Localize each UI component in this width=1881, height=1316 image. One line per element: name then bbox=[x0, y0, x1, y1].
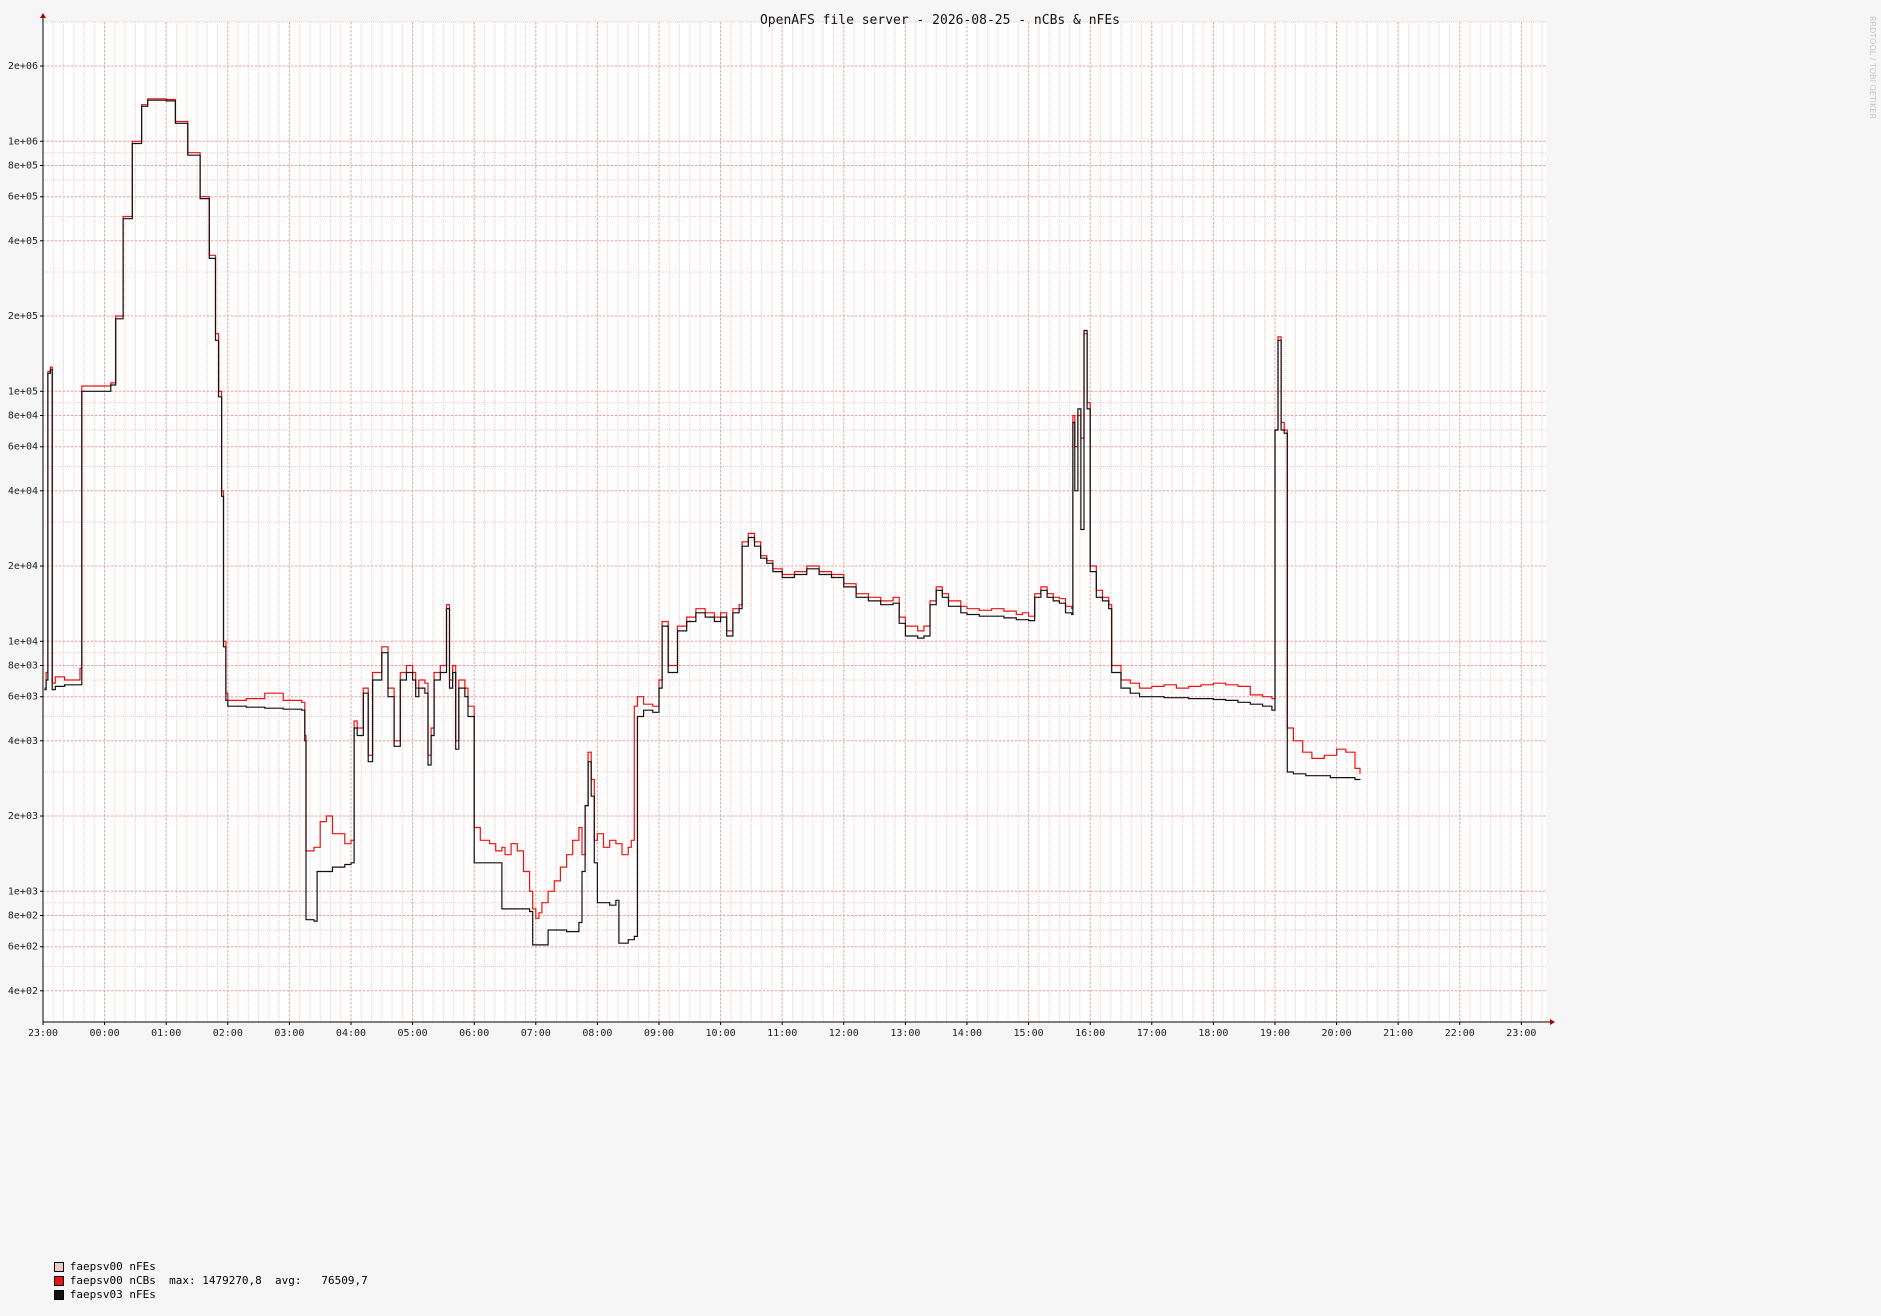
x-tick-label: 07:00 bbox=[521, 1028, 551, 1039]
y-tick-label: 8e+04 bbox=[8, 411, 38, 422]
y-tick-label: 2e+04 bbox=[8, 561, 38, 572]
y-tick-label: 6e+05 bbox=[8, 192, 38, 203]
y-tick-label: 4e+05 bbox=[8, 236, 38, 247]
x-tick-label: 02:00 bbox=[213, 1028, 243, 1039]
y-tick-label: 1e+06 bbox=[8, 136, 38, 147]
y-tick-label: 1e+03 bbox=[8, 886, 38, 897]
chart-frame: 4e+02 6e+02 8e+02 1e+03 2e+03 4e+03 6e+03 8e+03… bbox=[0, 0, 1881, 1301]
x-tick-label: 20:00 bbox=[1322, 1028, 1352, 1039]
legend-swatch-faepsv00-nfes bbox=[53, 1262, 64, 1272]
y-tick-label: 4e+02 bbox=[8, 986, 38, 997]
x-tick-label: 06:00 bbox=[459, 1028, 489, 1039]
x-tick-label: 12:00 bbox=[829, 1028, 859, 1039]
y-axis-arrow-icon bbox=[40, 13, 46, 18]
x-tick-label: 01:00 bbox=[151, 1028, 181, 1039]
y-tick-label: 4e+03 bbox=[8, 736, 38, 747]
legend-stats: max: 1479270,8 avg: 76509,7 bbox=[155, 1274, 368, 1287]
x-tick-label: 15:00 bbox=[1014, 1028, 1044, 1039]
x-tick-label: 23:00 bbox=[28, 1028, 58, 1039]
x-tick-label: 13:00 bbox=[890, 1028, 920, 1039]
x-tick-label: 16:00 bbox=[1075, 1028, 1105, 1039]
x-tick-label: 09:00 bbox=[644, 1028, 674, 1039]
y-tick-label: 4e+04 bbox=[8, 486, 38, 497]
legend-label: faepsv03 nFEs bbox=[69, 1288, 156, 1301]
legend: faepsv00 nFEs faepsv00 nCBs max: 1479270… bbox=[14, 1246, 368, 1301]
y-tick-label: 1e+05 bbox=[8, 386, 38, 397]
y-tick-label: 8e+05 bbox=[8, 161, 38, 172]
x-axis-arrow-icon bbox=[1550, 1019, 1555, 1025]
y-tick-label: 6e+04 bbox=[8, 442, 38, 453]
y-tick-label: 1e+04 bbox=[8, 636, 38, 647]
x-tick-label: 11:00 bbox=[767, 1028, 797, 1039]
chart-title: OpenAFS file server - 2026-08-25 - nCBs … bbox=[760, 13, 1120, 28]
legend-label: faepsv00 nCBs bbox=[69, 1274, 156, 1287]
legend-swatch-faepsv03-nfes bbox=[53, 1290, 64, 1300]
y-tick-label: 2e+06 bbox=[8, 61, 38, 72]
rrdtool-watermark: RRDTOOL / TOBI OETIKER bbox=[1868, 16, 1877, 120]
y-tick-label: 2e+03 bbox=[8, 811, 38, 822]
x-tick-label: 22:00 bbox=[1445, 1028, 1475, 1039]
x-tick-label: 18:00 bbox=[1198, 1028, 1228, 1039]
y-tick-label: 6e+02 bbox=[8, 942, 38, 953]
legend-entry-faepsv00-nfes: faepsv00 nFEs bbox=[14, 1246, 368, 1273]
legend-label: faepsv00 nFEs bbox=[69, 1260, 156, 1273]
y-axis-ticks: 4e+02 6e+02 8e+02 1e+03 2e+03 4e+03 6e+03 8e+03… bbox=[8, 61, 43, 997]
x-tick-label: 05:00 bbox=[398, 1028, 428, 1039]
y-tick-label: 8e+03 bbox=[8, 661, 38, 672]
x-axis-ticks: 23:00 00:00 01:00 02:00 03:00 04:00 05:00 06:00… bbox=[28, 1022, 1536, 1039]
x-tick-label: 17:00 bbox=[1137, 1028, 1167, 1039]
chart-canvas: 4e+02 6e+02 8e+02 1e+03 2e+03 4e+03 6e+03 8e+03… bbox=[8, 13, 1555, 1039]
x-tick-label: 03:00 bbox=[274, 1028, 304, 1039]
y-tick-label: 2e+05 bbox=[8, 311, 38, 322]
legend-swatch-faepsv00-ncbs bbox=[53, 1276, 64, 1286]
x-tick-label: 23:00 bbox=[1506, 1028, 1536, 1039]
y-tick-label: 8e+02 bbox=[8, 911, 38, 922]
x-tick-label: 14:00 bbox=[952, 1028, 982, 1039]
x-tick-label: 00:00 bbox=[90, 1028, 120, 1039]
y-tick-label: 6e+03 bbox=[8, 692, 38, 703]
x-tick-label: 21:00 bbox=[1383, 1028, 1413, 1039]
x-tick-label: 08:00 bbox=[582, 1028, 612, 1039]
x-tick-label: 10:00 bbox=[706, 1028, 736, 1039]
x-tick-label: 04:00 bbox=[336, 1028, 366, 1039]
x-tick-label: 19:00 bbox=[1260, 1028, 1290, 1039]
